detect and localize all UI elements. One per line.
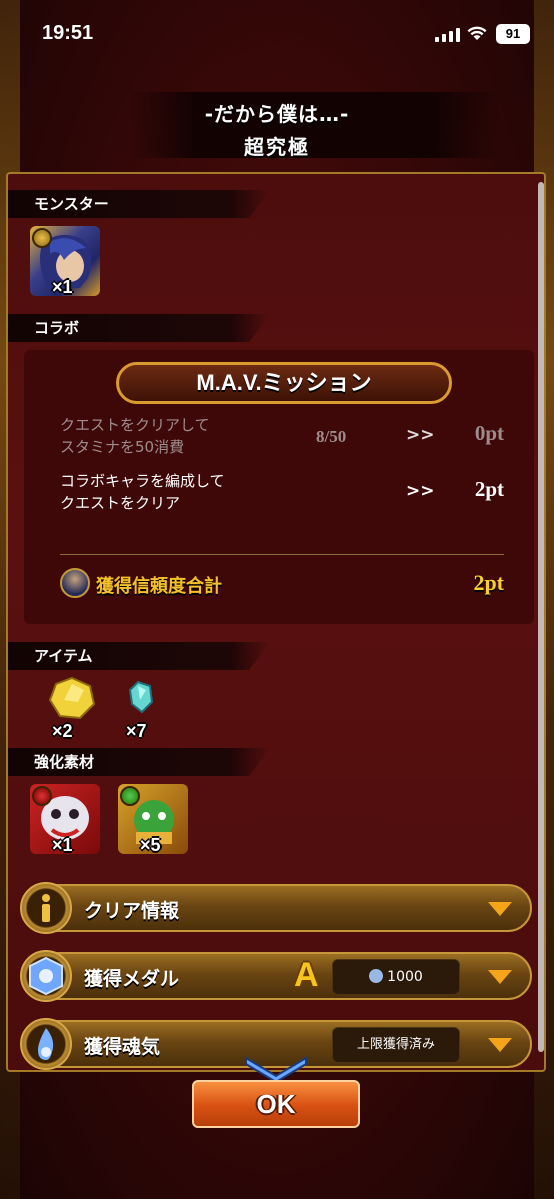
- character-avatar-icon: [60, 568, 90, 598]
- clock: 19:51: [42, 22, 94, 44]
- enhance-count: ×1: [52, 835, 73, 854]
- item-count: ×7: [126, 721, 147, 740]
- medal-coin-icon: [369, 969, 384, 983]
- chevron-down-icon[interactable]: [488, 902, 512, 916]
- fire-element-icon: [32, 786, 52, 806]
- section-enhance: 強化素材: [8, 748, 270, 776]
- section-monster: モンスター: [8, 190, 270, 218]
- enhance-count: ×5: [140, 835, 161, 854]
- clear-info-label: クリア情報: [84, 900, 180, 922]
- arrow-icon: >>: [406, 481, 435, 501]
- wood-element-icon: [120, 786, 140, 806]
- scrollbar[interactable]: [538, 182, 544, 1052]
- mission-text: クエストをクリアして スタミナを50消費: [60, 416, 210, 456]
- medal-value-box: 1000: [332, 959, 460, 995]
- collab-box: M.A.V.ミッション クエストをクリアして スタミナを50消費 8/50 >>…: [24, 350, 534, 624]
- mission-row: クエストをクリアして スタミナを50消費 8/50 >> 0pt: [60, 414, 504, 464]
- divider: [60, 554, 504, 555]
- enhance-tile[interactable]: ×5: [118, 784, 188, 854]
- mission-points: 0pt: [474, 421, 504, 445]
- mission-text: コラボキャラを編成して クエストをクリア: [60, 472, 225, 512]
- item-count: ×2: [52, 721, 73, 740]
- enhance-tile[interactable]: ×1: [30, 784, 100, 854]
- wifi-icon: [467, 26, 487, 40]
- mission-progress: 8/50: [316, 427, 347, 446]
- medal-label: 獲得メダル: [84, 968, 180, 990]
- status-bar: 19:51 91: [0, 0, 554, 66]
- soul-status: 上限獲得済み: [332, 1027, 460, 1063]
- item-tile[interactable]: ×7: [114, 676, 174, 740]
- title-line2: 超究極: [244, 135, 310, 159]
- trust-total: 獲得信頼度合計 2pt: [60, 566, 504, 606]
- clear-info-bar[interactable]: クリア情報: [20, 882, 532, 934]
- ok-button[interactable]: OK: [192, 1080, 360, 1128]
- arrow-icon: >>: [406, 425, 435, 445]
- monster-count: ×1: [52, 277, 73, 296]
- monster-tile[interactable]: ×1: [30, 226, 100, 296]
- medal-bar[interactable]: 獲得メダル A 1000: [20, 950, 532, 1002]
- section-collab: コラボ: [8, 314, 270, 342]
- result-panel[interactable]: モンスター ×1 コラボ M.A.V.ミッション クエストをクリアして スタミナ…: [6, 172, 546, 1072]
- rank-badge: A: [294, 956, 319, 994]
- quest-title: -だから僕は…- 超究極: [0, 92, 554, 159]
- info-icon: [20, 882, 72, 934]
- title-line1: -だから僕は…-: [204, 102, 350, 126]
- mav-mission-button[interactable]: M.A.V.ミッション: [116, 362, 452, 404]
- chevron-down-icon[interactable]: [488, 1038, 512, 1052]
- mission-row: コラボキャラを編成して クエストをクリア >> 2pt: [60, 470, 504, 520]
- item-tile[interactable]: ×2: [42, 676, 102, 740]
- trust-total-label: 獲得信頼度合計: [96, 576, 222, 597]
- battery-icon: 91: [496, 24, 530, 44]
- chevron-down-icon[interactable]: [488, 970, 512, 984]
- trust-total-value: 2pt: [473, 570, 504, 595]
- mission-points: 2pt: [474, 477, 504, 501]
- medal-icon: [32, 228, 52, 248]
- section-items: アイテム: [8, 642, 270, 670]
- blue-crystal-icon: [128, 680, 154, 714]
- soul-label: 獲得魂気: [84, 1036, 161, 1058]
- signal-icon: [435, 26, 460, 42]
- scroll-down-icon[interactable]: [244, 1056, 308, 1082]
- soul-flame-icon: [20, 1018, 72, 1070]
- medal-value: 1000: [387, 969, 423, 985]
- yellow-crystal-icon: [48, 676, 96, 720]
- medal-badge-icon: [20, 950, 72, 1002]
